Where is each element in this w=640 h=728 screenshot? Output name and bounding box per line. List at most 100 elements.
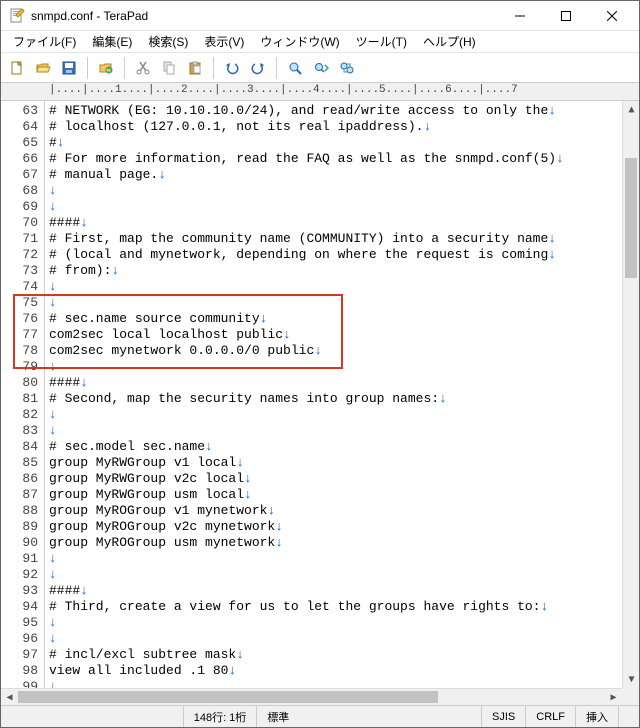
scroll-right-icon[interactable]: ▶ — [605, 689, 622, 705]
code-line[interactable]: ↓ — [49, 551, 635, 567]
eol-mark-icon: ↓ — [49, 631, 57, 647]
scroll-track-h[interactable] — [18, 689, 605, 705]
horizontal-scrollbar[interactable]: ◀ ▶ — [1, 688, 622, 705]
menu-bar: ファイル(F) 編集(E) 検索(S) 表示(V) ウィンドウ(W) ツール(T… — [1, 31, 639, 53]
eol-mark-icon: ↓ — [57, 135, 65, 151]
menu-search[interactable]: 検索(S) — [140, 31, 196, 52]
line-number-gutter: 6364656667686970717273747576777879808182… — [1, 101, 45, 705]
eol-mark-icon: ↓ — [80, 215, 88, 231]
code-line[interactable]: ↓ — [49, 359, 635, 375]
toolbar-redo-icon[interactable] — [246, 56, 270, 80]
code-line[interactable]: group MyRWGroup v2c local↓ — [49, 471, 635, 487]
status-newline: CRLF — [525, 706, 575, 727]
scroll-left-icon[interactable]: ◀ — [1, 689, 18, 705]
menu-tool[interactable]: ツール(T) — [348, 31, 415, 52]
menu-edit[interactable]: 編集(E) — [84, 31, 140, 52]
toolbar-copy-icon[interactable] — [157, 56, 181, 80]
scroll-up-icon[interactable]: ▲ — [623, 101, 639, 118]
eol-mark-icon: ↓ — [111, 263, 119, 279]
toolbar-save-icon[interactable] — [57, 56, 81, 80]
code-line[interactable]: ↓ — [49, 295, 635, 311]
toolbar-new-icon[interactable] — [5, 56, 29, 80]
line-number: 82 — [3, 407, 38, 423]
code-line[interactable]: ↓ — [49, 615, 635, 631]
code-text: # incl/excl subtree mask — [49, 647, 236, 663]
toolbar-open-icon[interactable] — [31, 56, 55, 80]
scroll-thumb-h[interactable] — [18, 691, 438, 703]
toolbar-replace-icon[interactable] — [335, 56, 359, 80]
status-bar: 148行: 1桁 標準 SJIS CRLF 挿入 — [1, 705, 639, 727]
code-line[interactable]: # Third, create a view for us to let the… — [49, 599, 635, 615]
code-line[interactable]: ↓ — [49, 567, 635, 583]
code-line[interactable]: # For more information, read the FAQ as … — [49, 151, 635, 167]
menu-help[interactable]: ヘルプ(H) — [415, 31, 484, 52]
code-line[interactable]: # sec.name source community↓ — [49, 311, 635, 327]
menu-file[interactable]: ファイル(F) — [5, 31, 84, 52]
eol-mark-icon: ↓ — [205, 439, 213, 455]
toolbar-find-icon[interactable] — [283, 56, 307, 80]
minimize-button[interactable] — [497, 1, 543, 31]
line-number: 79 — [3, 359, 38, 375]
code-line[interactable]: ####↓ — [49, 215, 635, 231]
code-line[interactable]: group MyROGroup v2c mynetwork↓ — [49, 519, 635, 535]
scroll-track-v[interactable] — [623, 118, 639, 671]
code-line[interactable]: ####↓ — [49, 375, 635, 391]
line-number: 69 — [3, 199, 38, 215]
code-line[interactable]: # localhost (127.0.0.1, not its real ipa… — [49, 119, 635, 135]
code-line[interactable]: ↓ — [49, 279, 635, 295]
code-line[interactable]: ####↓ — [49, 583, 635, 599]
code-text: group MyRWGroup usm local — [49, 487, 244, 503]
code-line[interactable]: #↓ — [49, 135, 635, 151]
scroll-down-icon[interactable]: ▼ — [623, 671, 639, 688]
maximize-button[interactable] — [543, 1, 589, 31]
eol-mark-icon: ↓ — [548, 103, 556, 119]
code-line[interactable]: group MyRWGroup usm local↓ — [49, 487, 635, 503]
toolbar-undo-icon[interactable] — [220, 56, 244, 80]
code-line[interactable]: # (local and mynetwork, depending on whe… — [49, 247, 635, 263]
code-line[interactable]: # manual page.↓ — [49, 167, 635, 183]
code-line[interactable]: # from):↓ — [49, 263, 635, 279]
close-button[interactable] — [589, 1, 635, 31]
code-line[interactable]: group MyRWGroup v1 local↓ — [49, 455, 635, 471]
line-number: 90 — [3, 535, 38, 551]
code-line[interactable]: ↓ — [49, 423, 635, 439]
code-line[interactable]: com2sec mynetwork 0.0.0.0/0 public↓ — [49, 343, 635, 359]
app-icon — [9, 8, 25, 24]
ruler-scale: |....|....1....|....2....|....3....|....… — [49, 84, 518, 96]
code-text: # sec.name source community — [49, 311, 260, 327]
code-content[interactable]: # NETWORK (EG: 10.10.10.0/24), and read/… — [45, 101, 639, 705]
code-line[interactable]: # NETWORK (EG: 10.10.10.0/24), and read/… — [49, 103, 635, 119]
toolbar-cut-icon[interactable] — [131, 56, 155, 80]
menu-window[interactable]: ウィンドウ(W) — [252, 31, 347, 52]
code-line[interactable]: ↓ — [49, 407, 635, 423]
scroll-thumb-v[interactable] — [625, 158, 637, 278]
eol-mark-icon: ↓ — [228, 663, 236, 679]
code-line[interactable]: ↓ — [49, 183, 635, 199]
code-line[interactable]: # Second, map the security names into gr… — [49, 391, 635, 407]
toolbar-findnext-icon[interactable] — [309, 56, 333, 80]
line-number: 88 — [3, 503, 38, 519]
status-encoding: SJIS — [481, 706, 525, 727]
line-number: 66 — [3, 151, 38, 167]
line-number: 76 — [3, 311, 38, 327]
code-line[interactable]: # incl/excl subtree mask↓ — [49, 647, 635, 663]
code-line[interactable]: group MyROGroup v1 mynetwork↓ — [49, 503, 635, 519]
line-number: 75 — [3, 295, 38, 311]
eol-mark-icon: ↓ — [275, 519, 283, 535]
code-text: com2sec mynetwork 0.0.0.0/0 public — [49, 343, 314, 359]
code-line[interactable]: ↓ — [49, 199, 635, 215]
menu-view[interactable]: 表示(V) — [196, 31, 252, 52]
code-line[interactable]: view all included .1 80↓ — [49, 663, 635, 679]
code-line[interactable]: com2sec local localhost public↓ — [49, 327, 635, 343]
status-grip-icon — [618, 706, 639, 727]
code-text: # manual page. — [49, 167, 158, 183]
code-line[interactable]: # First, map the community name (COMMUNI… — [49, 231, 635, 247]
code-line[interactable]: group MyROGroup usm mynetwork↓ — [49, 535, 635, 551]
code-line[interactable]: # sec.model sec.name↓ — [49, 439, 635, 455]
toolbar-paste-icon[interactable] — [183, 56, 207, 80]
toolbar-reload-icon[interactable] — [94, 56, 118, 80]
eol-mark-icon: ↓ — [244, 487, 252, 503]
eol-mark-icon: ↓ — [236, 647, 244, 663]
code-line[interactable]: ↓ — [49, 631, 635, 647]
vertical-scrollbar[interactable]: ▲ ▼ — [622, 101, 639, 688]
